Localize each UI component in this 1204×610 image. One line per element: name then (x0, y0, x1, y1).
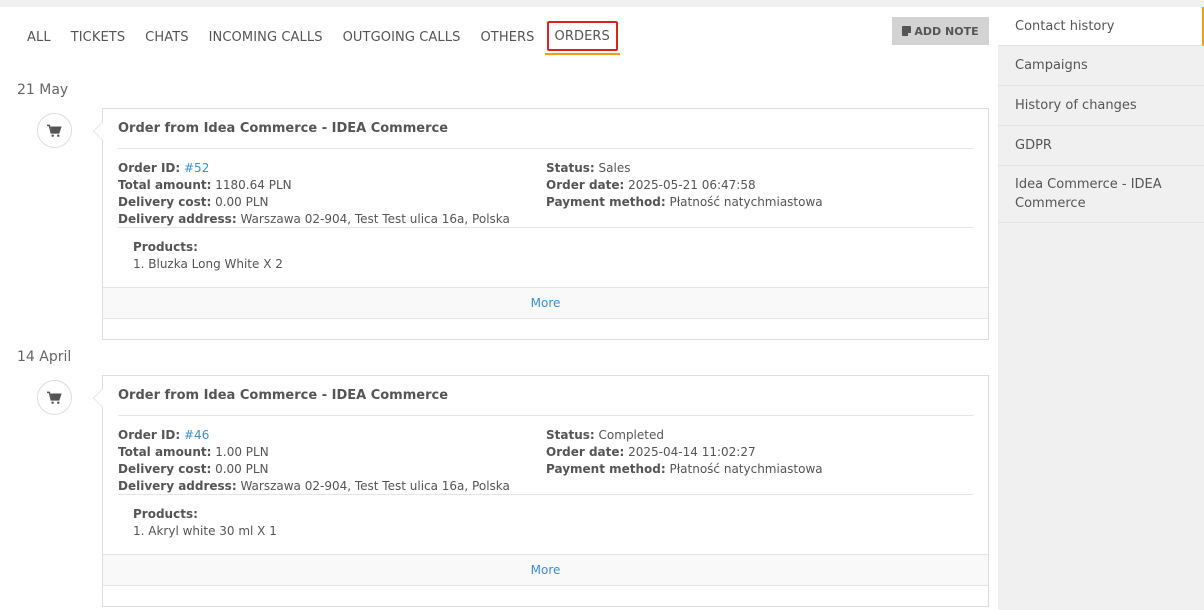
sidebar-item-idea-commerce[interactable]: Idea Commerce - IDEA Commerce (998, 166, 1204, 223)
delivery-cost: 0.00 PLN (215, 195, 269, 209)
sidebar-item-label: Idea Commerce - IDEA Commerce (1015, 177, 1162, 211)
order-card: Order from Idea Commerce - IDEA Commerce… (93, 375, 989, 607)
order-id-label: Order ID: (118, 428, 181, 442)
tab-label: OTHERS (480, 30, 535, 45)
order-status: Sales (598, 161, 631, 175)
products-section: Products: 1. Akryl white 30 ml X 1 (133, 506, 277, 540)
date-label: 14 April (17, 349, 72, 365)
status-label: Status: (546, 428, 595, 442)
date-label: 21 May (17, 82, 69, 98)
delivery-address: Warszawa 02-904, Test Test ulica 16a, Po… (240, 212, 510, 226)
shopping-cart-icon (37, 113, 72, 148)
add-note-button[interactable]: ADD NOTE (892, 17, 989, 45)
tab-outgoing-calls[interactable]: OUTGOING CALLS (333, 21, 471, 55)
total-amount: 1180.64 PLN (215, 178, 292, 192)
tab-others[interactable]: OTHERS (470, 21, 544, 55)
order-status: Completed (598, 428, 664, 442)
more-link[interactable]: More (531, 563, 561, 577)
payment-method-label: Payment method: (546, 195, 666, 209)
products-label: Products: (133, 240, 198, 254)
tab-chats[interactable]: CHATS (135, 21, 198, 55)
order-id-label: Order ID: (118, 161, 181, 175)
delivery-address-label: Delivery address: (118, 479, 237, 493)
order-title: Order from Idea Commerce - IDEA Commerce (118, 388, 449, 403)
divider (118, 494, 973, 495)
tab-label: OUTGOING CALLS (342, 30, 461, 45)
total-amount: 1.00 PLN (215, 445, 269, 459)
divider (118, 227, 973, 228)
shopping-cart-icon (37, 380, 72, 415)
sidebar-item-label: GDPR (1015, 138, 1052, 153)
order-details-left: Order ID: #52 Total amount: 1180.64 PLN … (118, 160, 510, 228)
main-panel: ALL TICKETS CHATS INCOMING CALLS OUTGOIN… (0, 7, 998, 610)
payment-method-label: Payment method: (546, 462, 666, 476)
tab-incoming-calls[interactable]: INCOMING CALLS (199, 21, 333, 55)
tab-all[interactable]: ALL (17, 21, 61, 55)
sidebar-item-campaigns[interactable]: Campaigns (998, 46, 1204, 86)
payment-method: Płatność natychmiastowa (669, 195, 823, 209)
delivery-address-label: Delivery address: (118, 212, 237, 226)
divider (118, 415, 973, 416)
sidebar-item-label: Contact history (1015, 18, 1115, 34)
order-id-link[interactable]: #52 (184, 161, 209, 175)
sidebar-item-label: History of changes (1015, 98, 1137, 113)
product-item: 1. Akryl white 30 ml X 1 (133, 524, 277, 538)
order-id-link[interactable]: #46 (184, 428, 209, 442)
more-link[interactable]: More (531, 296, 561, 310)
divider (118, 148, 973, 149)
order-details-left: Order ID: #46 Total amount: 1.00 PLN Del… (118, 427, 510, 495)
products-section: Products: 1. Bluzka Long White X 2 (133, 239, 283, 273)
product-item: 1. Bluzka Long White X 2 (133, 257, 283, 271)
sidebar-item-history-of-changes[interactable]: History of changes (998, 86, 1204, 126)
tab-label: INCOMING CALLS (208, 30, 323, 45)
sidebar-item-contact-history[interactable]: Contact history (998, 7, 1204, 46)
sidebar-item-gdpr[interactable]: GDPR (998, 126, 1204, 166)
tab-orders[interactable]: ORDERS (544, 21, 620, 55)
order-card: Order from Idea Commerce - IDEA Commerce… (93, 108, 989, 340)
products-label: Products: (133, 507, 198, 521)
tab-bar: ALL TICKETS CHATS INCOMING CALLS OUTGOIN… (17, 21, 620, 55)
tab-label: ALL (27, 30, 51, 45)
order-date-label: Order date: (546, 178, 625, 192)
sidebar-item-label: Campaigns (1015, 58, 1088, 73)
tab-tickets[interactable]: TICKETS (61, 21, 135, 55)
more-bar: More (103, 287, 988, 319)
sidebar: Contact history Campaigns History of cha… (998, 7, 1204, 610)
note-icon (902, 26, 912, 36)
delivery-cost-label: Delivery cost: (118, 462, 212, 476)
order-date-label: Order date: (546, 445, 625, 459)
status-label: Status: (546, 161, 595, 175)
order-details-right: Status: Sales Order date: 2025-05-21 06:… (546, 160, 823, 211)
more-bar: More (103, 554, 988, 586)
payment-method: Płatność natychmiastowa (669, 462, 823, 476)
add-note-label: ADD NOTE (914, 24, 979, 38)
order-date: 2025-04-14 11:02:27 (628, 445, 756, 459)
delivery-cost-label: Delivery cost: (118, 195, 212, 209)
total-amount-label: Total amount: (118, 445, 212, 459)
order-details-right: Status: Completed Order date: 2025-04-14… (546, 427, 823, 478)
order-date: 2025-05-21 06:47:58 (628, 178, 756, 192)
total-amount-label: Total amount: (118, 178, 212, 192)
tab-label: TICKETS (70, 30, 126, 45)
tab-highlight-box (546, 21, 618, 51)
delivery-address: Warszawa 02-904, Test Test ulica 16a, Po… (240, 479, 510, 493)
tab-label: CHATS (145, 30, 189, 45)
delivery-cost: 0.00 PLN (215, 462, 269, 476)
order-title: Order from Idea Commerce - IDEA Commerce (118, 121, 449, 136)
